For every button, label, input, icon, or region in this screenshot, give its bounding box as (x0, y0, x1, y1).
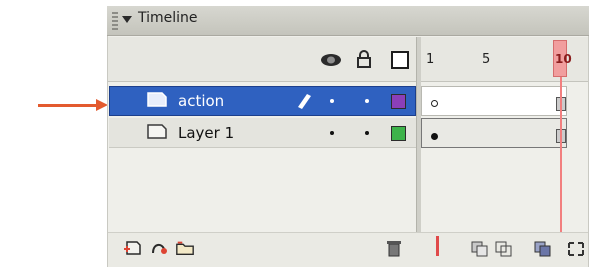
timeline-header (108, 37, 588, 82)
layer-name-layer-1[interactable]: Layer 1 (178, 124, 234, 142)
panel-title: Timeline (138, 10, 198, 26)
visibility-dot[interactable] (330, 99, 334, 103)
trash-icon[interactable] (384, 239, 404, 257)
lock-icon[interactable] (356, 50, 372, 68)
outline-icon[interactable] (391, 51, 409, 69)
onion-skin-icon[interactable] (470, 240, 490, 258)
eye-icon[interactable] (320, 53, 342, 67)
insert-layer-icon[interactable] (122, 239, 142, 257)
playhead-frame-number: 10 (555, 52, 572, 66)
modify-onion-markers-icon[interactable] (566, 240, 586, 258)
visibility-dot[interactable] (330, 131, 334, 135)
frames-row-action[interactable] (421, 86, 567, 116)
center-frame-icon[interactable] (436, 236, 439, 256)
lock-dot[interactable] (365, 99, 369, 103)
layer-icon (147, 92, 167, 107)
layer-name-action[interactable]: action (178, 92, 224, 110)
frame-number-5: 5 (482, 52, 491, 67)
grip-icon[interactable] (112, 12, 118, 30)
insert-folder-icon[interactable] (175, 239, 195, 257)
frame-number-1: 1 (426, 52, 435, 67)
outline-color-swatch[interactable] (391, 94, 406, 109)
edit-multiple-frames-icon[interactable] (533, 240, 553, 258)
layer-icon (147, 124, 167, 139)
keyframe[interactable] (431, 133, 438, 140)
add-motion-guide-icon[interactable] (150, 239, 170, 257)
pencil-icon (298, 94, 311, 109)
collapse-triangle-icon[interactable] (122, 16, 132, 23)
pointer-arrow (38, 104, 100, 107)
outline-color-swatch[interactable] (391, 126, 406, 141)
blank-keyframe[interactable] (431, 100, 438, 107)
frames-row-layer-1[interactable] (421, 118, 567, 148)
playhead-line (560, 77, 562, 253)
lock-dot[interactable] (365, 131, 369, 135)
onion-outlines-icon[interactable] (494, 240, 514, 258)
